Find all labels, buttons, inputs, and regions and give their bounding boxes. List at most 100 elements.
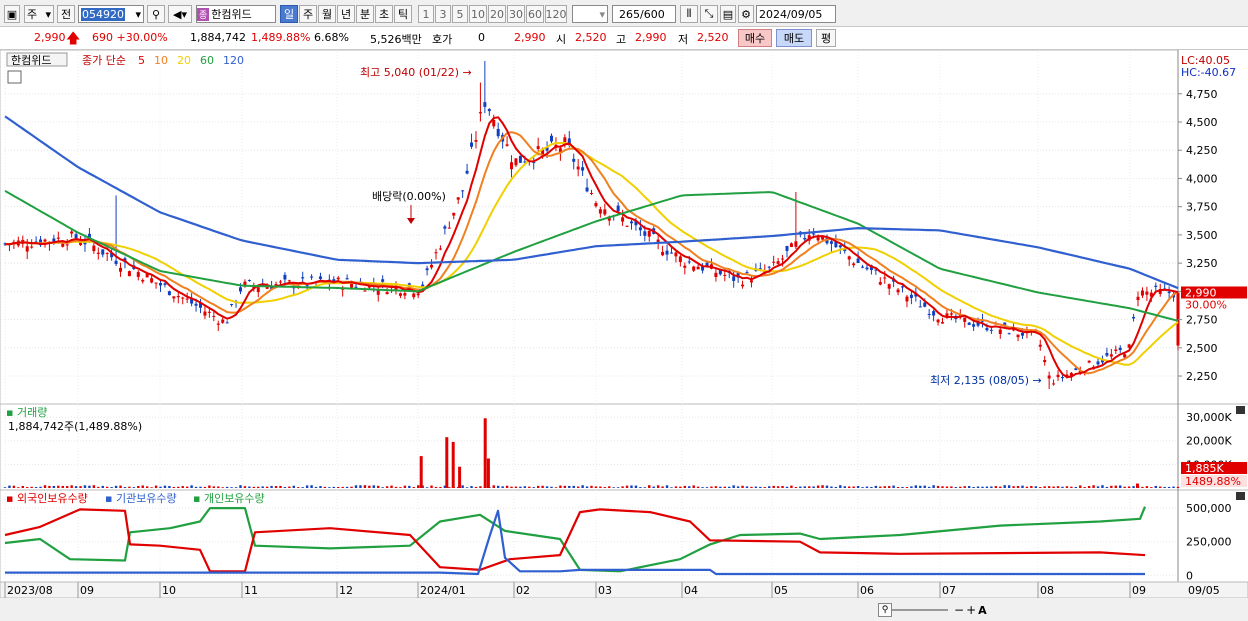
- volume-bar: [83, 485, 87, 488]
- volume-bar: [830, 486, 833, 488]
- interval-button-120[interactable]: 120: [545, 5, 567, 23]
- period-tab-3[interactable]: 년: [337, 5, 355, 23]
- volume-bar: [341, 486, 344, 488]
- speaker-icon[interactable]: ◀▾: [168, 5, 192, 23]
- candle: [287, 280, 291, 282]
- interval-button-30[interactable]: 30: [507, 5, 525, 23]
- candle: [674, 252, 678, 257]
- candle: [492, 120, 496, 127]
- count-value: 265: [619, 7, 640, 21]
- period-tab-6[interactable]: 틱: [394, 5, 412, 23]
- volume-bar: [248, 486, 251, 488]
- candle: [1087, 360, 1091, 363]
- candle: [621, 217, 625, 222]
- chart-navigation: ▶ ◀◀ ■ ▶▶ ▦ ▦ ⤢ ✎ ▤ ▥ ⚲ − + A: [878, 602, 1248, 618]
- chart-background: [0, 50, 1248, 621]
- volume-bar: [923, 485, 926, 488]
- candle: [1007, 333, 1011, 335]
- volume-bar: [794, 487, 798, 488]
- volume-bar: [310, 485, 313, 488]
- volume-bar: [745, 486, 749, 488]
- draw-tool-icon[interactable]: ⤡: [700, 5, 718, 23]
- volume-bar: [403, 485, 407, 488]
- eval-button[interactable]: 평: [816, 29, 836, 47]
- date-input[interactable]: 2024/09/05: [756, 5, 836, 23]
- candle: [483, 102, 487, 107]
- candle: [159, 282, 163, 286]
- count-input[interactable]: 265/600: [612, 5, 676, 23]
- candle: [927, 314, 931, 316]
- period-tab-0[interactable]: 일: [280, 5, 298, 23]
- volume-bar: [705, 487, 709, 488]
- interval-button-3[interactable]: 3: [435, 5, 451, 23]
- volume-bar: [479, 486, 482, 488]
- volume-bar: [936, 485, 940, 488]
- interval-button-20[interactable]: 20: [488, 5, 506, 23]
- toolbar: ▣ 주 ▾ 전 054920 ▾ ⚲ ◀▾ 종 한컴위드 ▾ 265/600 ⫴ ⤡…: [0, 0, 1248, 27]
- volume-ratio: 1,489.88%: [251, 31, 311, 44]
- volume-bar: [887, 486, 891, 488]
- volume-bar: [568, 485, 571, 488]
- volume-bar: [825, 485, 829, 488]
- all-button[interactable]: 전: [57, 5, 75, 23]
- zoom-out-icon[interactable]: −: [954, 603, 964, 617]
- interval-button-5[interactable]: 5: [452, 5, 468, 23]
- stock-chart[interactable]: 2,2502,5002,7503,0003,2503,5003,7504,000…: [0, 50, 1248, 621]
- zoom-in-icon[interactable]: +: [966, 603, 976, 617]
- save-icon[interactable]: ▤: [720, 5, 736, 23]
- volume-bar: [141, 485, 144, 488]
- interval-button-1[interactable]: 1: [418, 5, 434, 23]
- volume-bar: [630, 485, 633, 488]
- period-tab-5[interactable]: 초: [375, 5, 393, 23]
- volume-bar: [950, 486, 953, 488]
- stock-code-input[interactable]: 054920 ▾: [78, 5, 144, 23]
- date-value: 2024/09/05: [759, 7, 823, 21]
- volume-bar: [154, 485, 158, 488]
- volume-bar: [217, 486, 220, 488]
- volume-bar: [243, 486, 247, 488]
- candle: [496, 128, 500, 137]
- candle: [852, 263, 856, 266]
- candle: [403, 293, 407, 296]
- volume-bar: [177, 486, 180, 488]
- window-menu-icon[interactable]: ▣: [4, 5, 20, 23]
- ma-legend-10: 10: [154, 54, 168, 67]
- candle: [901, 286, 905, 288]
- volume-bar: [208, 485, 211, 488]
- market-select[interactable]: 주 ▾: [24, 5, 54, 23]
- volume-bar: [408, 485, 411, 488]
- text-size-icon[interactable]: A: [978, 604, 987, 617]
- volume-bar: [101, 485, 104, 488]
- volume-bar: [963, 486, 966, 488]
- volume-bar: [576, 486, 580, 488]
- candle: [789, 243, 793, 247]
- period-tab-1[interactable]: 주: [299, 5, 317, 23]
- candle-type-icon[interactable]: ⫴: [680, 5, 698, 23]
- buy-button[interactable]: 매수: [738, 29, 772, 47]
- candle: [1176, 292, 1180, 346]
- interval-button-10[interactable]: 10: [469, 5, 487, 23]
- magnifier-icon[interactable]: ⚲: [878, 603, 892, 617]
- candle: [772, 261, 776, 263]
- volume-bar: [105, 486, 109, 488]
- interval-button-60[interactable]: 60: [526, 5, 544, 23]
- sell-button[interactable]: 매도: [776, 29, 812, 47]
- candle: [385, 292, 389, 295]
- period-tab-2[interactable]: 월: [318, 5, 336, 23]
- volume-bar: [528, 486, 531, 488]
- volume-readout: 1,884,742주(1,489.88%): [8, 420, 142, 433]
- volume-bar: [1025, 486, 1029, 488]
- volume-spike: [1135, 483, 1139, 488]
- volume-bar: [688, 486, 691, 488]
- candle: [238, 287, 242, 292]
- volume-bar: [852, 486, 855, 488]
- candle: [647, 230, 651, 237]
- volume-bar: [1016, 486, 1020, 488]
- volume-bar: [652, 486, 655, 488]
- search-icon[interactable]: ⚲: [147, 5, 165, 23]
- period-tab-4[interactable]: 분: [356, 5, 374, 23]
- gear-icon[interactable]: ⚙: [738, 5, 754, 23]
- turnover-rate: 6.68%: [314, 31, 349, 44]
- interval-custom-input[interactable]: ▾: [572, 5, 608, 23]
- candle: [221, 319, 225, 323]
